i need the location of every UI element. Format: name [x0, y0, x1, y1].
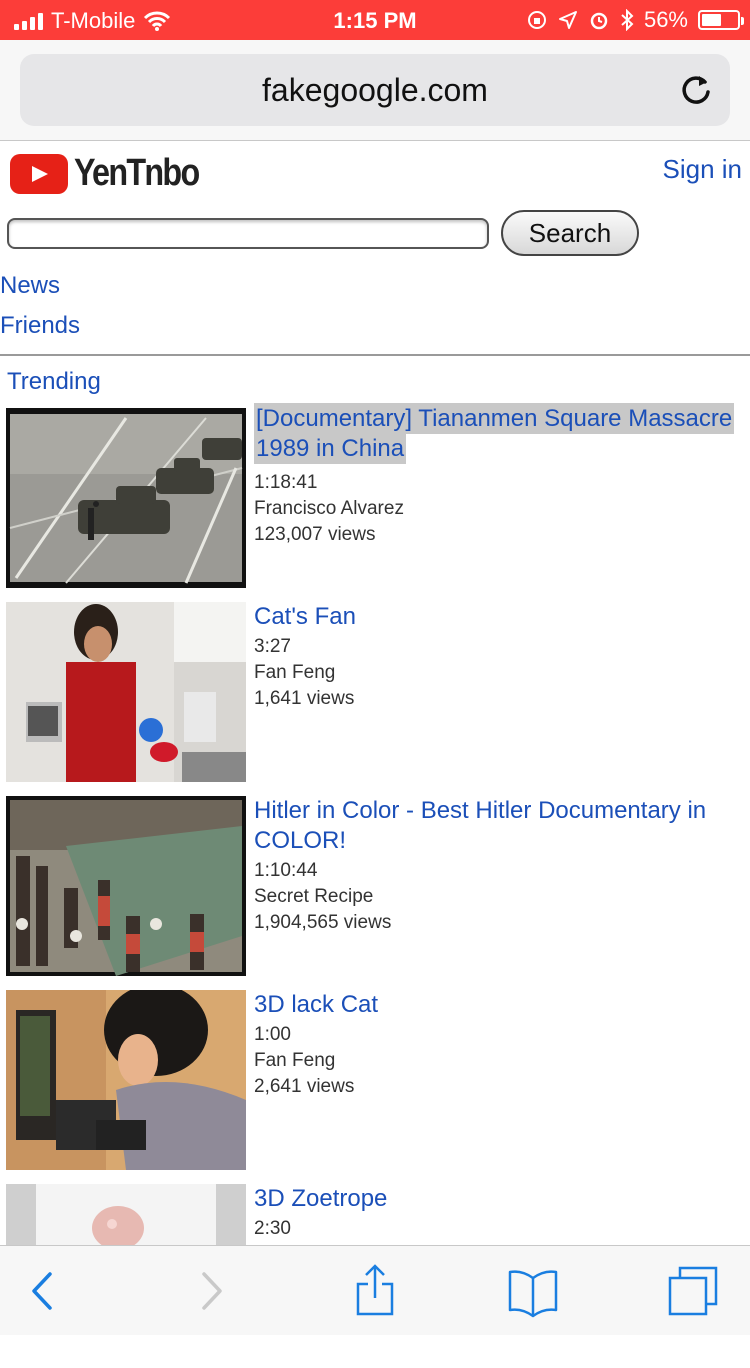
video-item: 3D lack Cat 1:00 Fan Feng 2,641 views	[0, 990, 750, 1174]
share-icon[interactable]	[348, 1264, 402, 1318]
video-thumbnail[interactable]	[6, 408, 246, 588]
status-bar: T-Mobile 1:15 PM 56%	[0, 0, 750, 40]
video-title[interactable]: 3D Zoetrope	[254, 1184, 739, 1214]
back-icon[interactable]	[16, 1264, 70, 1318]
nav-link-friends[interactable]: Friends	[0, 312, 80, 340]
battery-icon	[698, 10, 744, 30]
video-item: Hitler in Color - Best Hitler Documentar…	[0, 796, 750, 980]
reload-icon[interactable]	[678, 72, 714, 108]
play-logo-icon	[10, 153, 68, 194]
video-views: 1,904,565 views	[254, 912, 392, 933]
video-author: Secret Recipe	[254, 886, 374, 907]
video-thumbnail[interactable]	[6, 1184, 246, 1246]
browser-toolbar	[0, 1245, 750, 1335]
forward-icon	[202, 1272, 222, 1310]
search-input[interactable]	[7, 218, 489, 249]
video-title[interactable]: Hitler in Color - Best Hitler Documentar…	[254, 796, 739, 856]
video-author: Fan Feng	[254, 662, 336, 683]
video-duration: 3:27	[254, 636, 291, 657]
search-button[interactable]: Search	[501, 210, 639, 256]
video-title[interactable]: 3D lack Cat	[254, 990, 739, 1020]
section-title: Trending	[7, 368, 101, 395]
video-author: Francisco Alvarez	[254, 498, 404, 519]
orientation-lock-icon	[527, 11, 546, 29]
video-views: 123,007 views	[254, 524, 376, 545]
video-title-link[interactable]: [Documentary] Tiananmen Square Massacre …	[254, 403, 739, 464]
video-item: [Documentary] Tiananmen Square Massacre …	[0, 403, 750, 592]
alarm-icon	[590, 12, 608, 30]
video-title[interactable]: Cat's Fan	[254, 602, 739, 632]
video-duration: 1:18:41	[254, 472, 318, 493]
video-thumbnail[interactable]	[6, 602, 246, 782]
video-thumbnail[interactable]	[6, 796, 246, 976]
video-duration: 1:00	[254, 1024, 291, 1045]
video-item: Cat's Fan 3:27 Fan Feng 1,641 views	[0, 602, 750, 786]
video-title[interactable]: [Documentary] Tiananmen Square Massacre …	[254, 403, 735, 464]
bluetooth-icon	[621, 9, 634, 31]
video-thumbnail[interactable]	[6, 990, 246, 1170]
address-bar[interactable]: fakegoogle.com	[20, 54, 730, 126]
url-text[interactable]: fakegoogle.com	[20, 72, 730, 109]
divider	[0, 354, 750, 356]
site-logo[interactable]: YenTnbo	[10, 152, 220, 195]
logo-text: YenTnbo	[74, 152, 200, 194]
video-duration: 2:30	[254, 1218, 291, 1239]
video-author: Fan Feng	[254, 1050, 336, 1071]
video-duration: 1:10:44	[254, 860, 318, 881]
video-views: 2,641 views	[254, 1076, 355, 1097]
location-icon	[558, 11, 577, 29]
address-bar-area: fakegoogle.com	[0, 40, 750, 141]
nav-link-news[interactable]: News	[0, 272, 60, 300]
sign-in-link[interactable]: Sign in	[663, 154, 743, 185]
video-views: 1,641 views	[254, 688, 355, 709]
bookmarks-icon[interactable]	[506, 1264, 560, 1318]
tabs-icon[interactable]	[666, 1264, 720, 1318]
battery-percent: 56%	[643, 7, 688, 32]
